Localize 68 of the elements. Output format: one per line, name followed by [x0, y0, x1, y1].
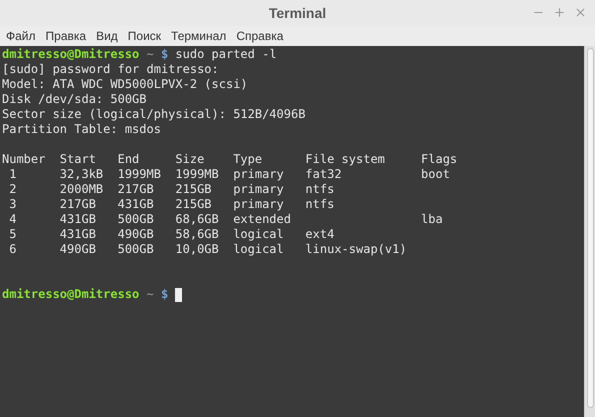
table-cell: extended [233, 212, 291, 226]
table-cell: 1999MB [118, 167, 161, 181]
table-cell: 3 [9, 197, 16, 211]
table-cell: boot [421, 167, 450, 181]
table-cell: 68,6GB [175, 212, 219, 226]
table-cell: 215GB [175, 197, 212, 211]
window-title: Terminal [268, 4, 326, 22]
table-cell: 6 [9, 242, 16, 256]
output-line: Disk /dev/sda: 500GB [2, 92, 146, 106]
table-cell: 215GB [175, 182, 212, 196]
table-cell: ntfs [305, 182, 334, 196]
menu-item[interactable]: Поиск [122, 27, 166, 45]
table-cell: 431GB [118, 197, 154, 211]
table-cell: 217GB [60, 197, 96, 211]
column-header: End [118, 152, 140, 166]
table-cell: 431GB [60, 227, 96, 241]
prompt-path: ~ [146, 47, 154, 62]
maximize-icon[interactable] [553, 6, 566, 19]
table-cell: 2 [9, 182, 16, 196]
prompt-symbol: $ [160, 47, 168, 62]
table-cell: 217GB [118, 182, 154, 196]
column-header: Type [233, 152, 262, 166]
table-cell: 10,0GB [175, 242, 219, 256]
column-header: File system [305, 152, 385, 166]
table-cell: 490GB [118, 227, 154, 241]
table-cell: 4 [9, 212, 16, 226]
output-line: [sudo] password for dmitresso: [2, 62, 219, 76]
output-line: Sector size (logical/physical): 512B/4096B [2, 107, 306, 121]
table-cell: lba [421, 212, 443, 226]
table-cell: 58,6GB [175, 227, 219, 241]
prompt-user-host: dmitresso@Dmitresso [2, 47, 140, 62]
scrollbar[interactable] [584, 46, 595, 417]
table-cell: logical [233, 227, 284, 241]
table-cell: 500GB [118, 212, 154, 226]
column-header: Flags [421, 152, 458, 166]
table-cell: primary [233, 182, 284, 196]
column-header: Start [60, 152, 96, 166]
text-cursor [175, 288, 182, 302]
close-icon[interactable] [574, 6, 587, 19]
table-cell: linux-swap(v1) [305, 242, 407, 256]
menu-item[interactable]: Терминал [166, 27, 232, 45]
prompt-path: ~ [146, 287, 154, 302]
table-cell: logical [233, 242, 284, 256]
prompt-symbol: $ [160, 287, 168, 302]
table-cell: 2000MB [60, 182, 104, 196]
table-cell: 32,3kB [60, 167, 104, 181]
table-cell: primary [233, 197, 284, 211]
table-cell: 490GB [60, 242, 96, 256]
menu-item[interactable]: Вид [91, 27, 123, 45]
table-cell: 431GB [60, 212, 96, 226]
menu-item[interactable]: Файл [1, 27, 41, 45]
table-cell: fat32 [305, 167, 342, 181]
table-cell: ntfs [305, 197, 334, 211]
output-line: Partition Table: msdos [2, 122, 161, 136]
output-line: Model: ATA WDC WD5000LPVX-2 (scsi) [2, 77, 248, 91]
table-cell: primary [233, 167, 284, 181]
prompt-user-host: dmitresso@Dmitresso [2, 287, 140, 302]
column-header: Number [2, 152, 46, 166]
table-cell: 500GB [118, 242, 154, 256]
table-cell: 1 [9, 167, 16, 181]
table-cell: ext4 [305, 227, 334, 241]
column-header: Size [175, 152, 204, 166]
scrollbar-thumb[interactable] [586, 48, 594, 408]
menu-item[interactable]: Справка [231, 27, 288, 45]
menu-item[interactable]: Правка [40, 27, 92, 45]
table-cell: 5 [9, 227, 16, 241]
command-text: sudo parted -l [175, 47, 277, 62]
table-cell: 1999MB [175, 167, 219, 181]
